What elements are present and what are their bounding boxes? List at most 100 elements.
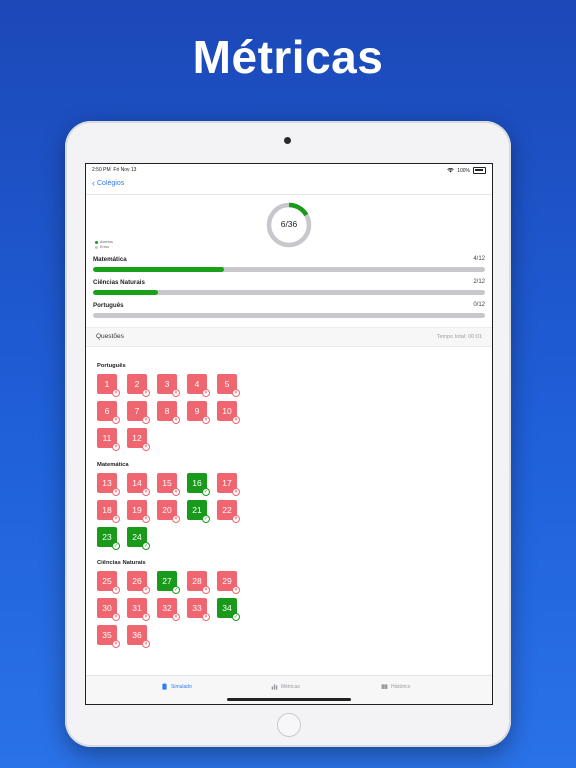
question-tile[interactable]: 20 × — [157, 500, 180, 523]
check-icon: ✓ — [202, 515, 210, 523]
question-tile[interactable]: 6 × — [97, 401, 120, 424]
x-mark-icon: × — [112, 613, 120, 621]
question-number: 19 — [132, 504, 142, 515]
question-number: 34 — [222, 602, 232, 613]
wifi-icon — [447, 168, 454, 173]
question-number: 20 — [162, 504, 172, 515]
question-tile[interactable]: 8 × — [157, 401, 180, 424]
tab-label: Simulado — [171, 683, 192, 690]
score-label: 6/36 — [280, 219, 298, 229]
question-tile[interactable]: 2 × — [127, 374, 150, 397]
question-number: 9 — [194, 405, 200, 416]
question-tile[interactable]: 32 × — [157, 598, 180, 621]
legend-wrong: Erros — [95, 245, 113, 250]
check-icon: ✓ — [112, 542, 120, 550]
question-number: 6 — [104, 405, 110, 416]
question-tile[interactable]: 19 × — [127, 500, 150, 523]
tab-2[interactable]: Histórico — [381, 683, 410, 690]
subject-count: 4/12 — [473, 256, 485, 262]
question-tile[interactable]: 35 × — [97, 625, 120, 648]
legend-wrong-label: Erros — [100, 245, 110, 249]
back-button-label: Colégios — [97, 180, 125, 187]
x-mark-icon: × — [172, 515, 180, 523]
question-tile[interactable]: 15 × — [157, 473, 180, 496]
x-mark-icon: × — [202, 416, 210, 424]
x-mark-icon: × — [232, 389, 240, 397]
question-number: 13 — [102, 477, 112, 488]
tab-0[interactable]: Simulado — [161, 683, 192, 690]
x-mark-icon: × — [112, 586, 120, 594]
question-number: 23 — [102, 531, 112, 542]
question-number: 14 — [132, 477, 142, 488]
question-number: 31 — [132, 602, 142, 613]
question-tile[interactable]: 25 × — [97, 571, 120, 594]
battery-icon — [473, 167, 486, 174]
x-mark-icon: × — [142, 389, 150, 397]
question-number: 18 — [102, 504, 112, 515]
question-tile[interactable]: 16 ✓ — [187, 473, 210, 496]
question-number: 26 — [132, 575, 142, 586]
question-number: 28 — [192, 575, 202, 586]
x-mark-icon: × — [142, 640, 150, 648]
questions-section-title: Questões — [96, 333, 124, 340]
question-tile[interactable]: 34 ✓ — [217, 598, 240, 621]
question-tile[interactable]: 1 × — [97, 374, 120, 397]
question-tile[interactable]: 9 × — [187, 401, 210, 424]
x-mark-icon: × — [142, 488, 150, 496]
question-tile[interactable]: 24 ✓ — [127, 527, 150, 550]
question-number: 1 — [104, 378, 110, 389]
question-tile[interactable]: 31 × — [127, 598, 150, 621]
x-mark-icon: × — [142, 515, 150, 523]
question-tile[interactable]: 28 × — [187, 571, 210, 594]
x-mark-icon: × — [172, 389, 180, 397]
question-group-title: Matemática — [97, 462, 129, 468]
question-tile[interactable]: 29 × — [217, 571, 240, 594]
question-tile[interactable]: 33 × — [187, 598, 210, 621]
subject-name: Matemática — [93, 256, 127, 263]
question-tile[interactable]: 4 × — [187, 374, 210, 397]
question-number: 33 — [192, 602, 202, 613]
question-tile[interactable]: 5 × — [217, 374, 240, 397]
back-button[interactable]: ‹ Colégios — [92, 179, 125, 188]
question-tile[interactable]: 30 × — [97, 598, 120, 621]
question-tile[interactable]: 11 × — [97, 428, 120, 451]
question-tile[interactable]: 3 × — [157, 374, 180, 397]
x-mark-icon: × — [172, 488, 180, 496]
question-number: 2 — [134, 378, 140, 389]
question-tile[interactable]: 7 × — [127, 401, 150, 424]
home-button[interactable] — [277, 713, 301, 737]
subject-progress-fill — [93, 290, 159, 295]
battery-percent: 100% — [457, 167, 470, 174]
question-group-title: Português — [97, 363, 126, 369]
check-icon: ✓ — [232, 613, 240, 621]
status-time-text: 2:50 PM — [92, 167, 111, 173]
tab-1[interactable]: Métricas — [271, 683, 300, 690]
subject-name: Português — [93, 302, 124, 309]
question-tile[interactable]: 10 × — [217, 401, 240, 424]
question-tile[interactable]: 12 × — [127, 428, 150, 451]
x-mark-icon: × — [172, 613, 180, 621]
legend-correct-label: Acertos — [100, 240, 113, 244]
x-mark-icon: × — [112, 443, 120, 451]
question-tile[interactable]: 14 × — [127, 473, 150, 496]
x-mark-icon: × — [112, 389, 120, 397]
subject-progress-track — [93, 267, 485, 272]
x-mark-icon: × — [232, 488, 240, 496]
subject-progress-track — [93, 313, 485, 318]
x-mark-icon: × — [172, 416, 180, 424]
x-mark-icon: × — [142, 416, 150, 424]
question-tile[interactable]: 36 × — [127, 625, 150, 648]
question-tile[interactable]: 22 × — [217, 500, 240, 523]
question-tile[interactable]: 17 × — [217, 473, 240, 496]
camera-dot — [284, 137, 291, 144]
question-tile[interactable]: 18 × — [97, 500, 120, 523]
question-tile[interactable]: 13 × — [97, 473, 120, 496]
question-tile[interactable]: 27 ✓ — [157, 571, 180, 594]
question-number: 5 — [224, 378, 230, 389]
status-right: 100% — [447, 167, 486, 174]
question-number: 32 — [162, 602, 172, 613]
subject-progress-fill — [93, 267, 224, 272]
question-tile[interactable]: 26 × — [127, 571, 150, 594]
question-tile[interactable]: 21 ✓ — [187, 500, 210, 523]
question-tile[interactable]: 23 ✓ — [97, 527, 120, 550]
